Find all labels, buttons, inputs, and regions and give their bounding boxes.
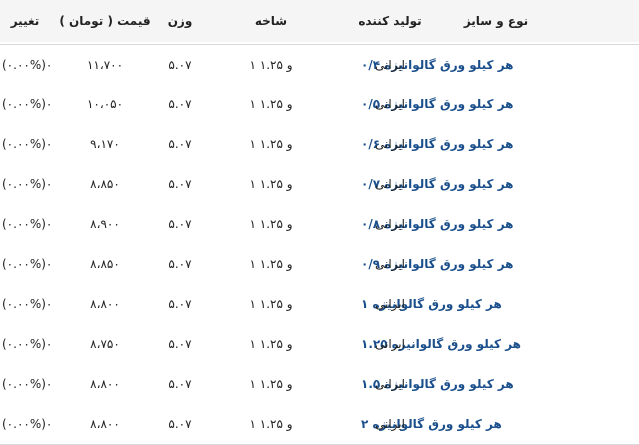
change-cell: (۰.۰۰%)۰ <box>2 337 53 351</box>
table-row: هر کیلو ورق گالوانیزه ۰/۸ ایرانی ۱ و ۱.۲۵ ۵… <box>0 204 639 245</box>
producer-cell: ایرانی <box>375 377 405 391</box>
weight-cell: ۵.۰۷ <box>168 297 192 311</box>
branch-cell: ۱ و ۱.۲۵ <box>249 337 293 351</box>
weight-cell: ۵.۰۷ <box>168 137 192 151</box>
change-cell: (۰.۰۰%)۰ <box>2 217 53 231</box>
branch-cell: ۱ و ۱.۲۵ <box>249 217 293 231</box>
producer-cell: ایرانی <box>375 417 405 431</box>
price-cell: ۸،۸۵۰ <box>90 177 120 191</box>
price-cell: ۸،۸۰۰ <box>90 417 120 431</box>
weight-cell: ۵.۰۷ <box>168 97 192 111</box>
column-header-price: قیمت ( تومان ) <box>59 14 151 28</box>
weight-cell: ۵.۰۷ <box>168 177 192 191</box>
table-row: هر کیلو ورق گالوانیزه ۱ ایرانی ۱ و ۱.۲۵ ۵.۰… <box>0 284 639 325</box>
producer-cell: ایرانی <box>375 58 405 72</box>
producer-cell: ایرانی <box>375 177 405 191</box>
price-table: نوع و سایز تولید کننده شاخه وزن قیمت ( ت… <box>0 0 639 445</box>
price-cell: ۸،۷۵۰ <box>90 337 120 351</box>
weight-cell: ۵.۰۷ <box>168 337 192 351</box>
change-cell: (۰.۰۰%)۰ <box>2 297 53 311</box>
table-row: هر کیلو ورق گالوانیزه ۰/۷ ایرانی ۱ و ۱.۲۵ ۵… <box>0 164 639 205</box>
table-row: هر کیلو ورق گالوانیزه ۰/۹ ایرانی ۱ و ۱.۲۵ ۵… <box>0 244 639 285</box>
change-cell: (۰.۰۰%)۰ <box>2 58 53 72</box>
price-cell: ۸،۸۰۰ <box>90 377 120 391</box>
table-header: نوع و سایز تولید کننده شاخه وزن قیمت ( ت… <box>0 0 639 42</box>
producer-cell: ایرانی <box>375 97 405 111</box>
producer-cell: ایرانی <box>375 297 405 311</box>
branch-cell: ۱ و ۱.۲۵ <box>249 97 293 111</box>
weight-cell: ۵.۰۷ <box>168 217 192 231</box>
column-header-weight: وزن <box>167 14 193 28</box>
branch-cell: ۱ و ۱.۲۵ <box>249 377 293 391</box>
producer-cell: ایرانی <box>375 257 405 271</box>
column-header-change: تغییر <box>10 14 40 28</box>
change-cell: (۰.۰۰%)۰ <box>2 137 53 151</box>
change-cell: (۰.۰۰%)۰ <box>2 97 53 111</box>
branch-cell: ۱ و ۱.۲۵ <box>249 137 293 151</box>
price-cell: ۸،۸۵۰ <box>90 257 120 271</box>
price-cell: ۹،۱۷۰ <box>90 137 120 151</box>
branch-cell: ۱ و ۱.۲۵ <box>249 58 293 72</box>
table-row: هر کیلو ورق گالوانیزه ۰/۴ ایرانی ۱ و ۱.۲۵ ۵… <box>0 44 639 86</box>
weight-cell: ۵.۰۷ <box>168 58 192 72</box>
change-cell: (۰.۰۰%)۰ <box>2 257 53 271</box>
column-header-producer: تولید کننده <box>358 14 422 28</box>
branch-cell: ۱ و ۱.۲۵ <box>249 257 293 271</box>
table-row: هر کیلو ورق گالوانیزه ۰/۶ ایرانی ۱ و ۱.۲۵ ۵… <box>0 124 639 165</box>
change-cell: (۰.۰۰%)۰ <box>2 377 53 391</box>
column-header-branch: شاخه <box>254 14 288 28</box>
table-row: هر کیلو ورق گالوانیزه ۱.۵ ایرانی ۱ و ۱.۲۵ ۵… <box>0 364 639 405</box>
price-cell: ۸،۹۰۰ <box>90 217 120 231</box>
producer-cell: ایرانی <box>375 217 405 231</box>
change-cell: (۰.۰۰%)۰ <box>2 417 53 431</box>
weight-cell: ۵.۰۷ <box>168 257 192 271</box>
table-row: هر کیلو ورق گالوانیزه ۲ ایرانی ۱ و ۱.۲۵ ۵.۰… <box>0 404 639 445</box>
change-cell: (۰.۰۰%)۰ <box>2 177 53 191</box>
table-row: هر کیلو ورق گالوانیزه ۱.۲۵ ایرانی ۱ و ۱.۲۵… <box>0 324 639 365</box>
producer-cell: ایرانی <box>375 337 405 351</box>
producer-cell: ایرانی <box>375 137 405 151</box>
branch-cell: ۱ و ۱.۲۵ <box>249 297 293 311</box>
weight-cell: ۵.۰۷ <box>168 377 192 391</box>
price-cell: ۸،۸۰۰ <box>90 297 120 311</box>
branch-cell: ۱ و ۱.۲۵ <box>249 177 293 191</box>
branch-cell: ۱ و ۱.۲۵ <box>249 417 293 431</box>
price-cell: ۱۱،۷۰۰ <box>86 58 124 72</box>
price-cell: ۱۰،۰۵۰ <box>86 97 124 111</box>
weight-cell: ۵.۰۷ <box>168 417 192 431</box>
table-row: هر کیلو ورق گالوانیزه ۰/۵ ایرانی ۱ و ۱.۲۵ ۵… <box>0 84 639 125</box>
